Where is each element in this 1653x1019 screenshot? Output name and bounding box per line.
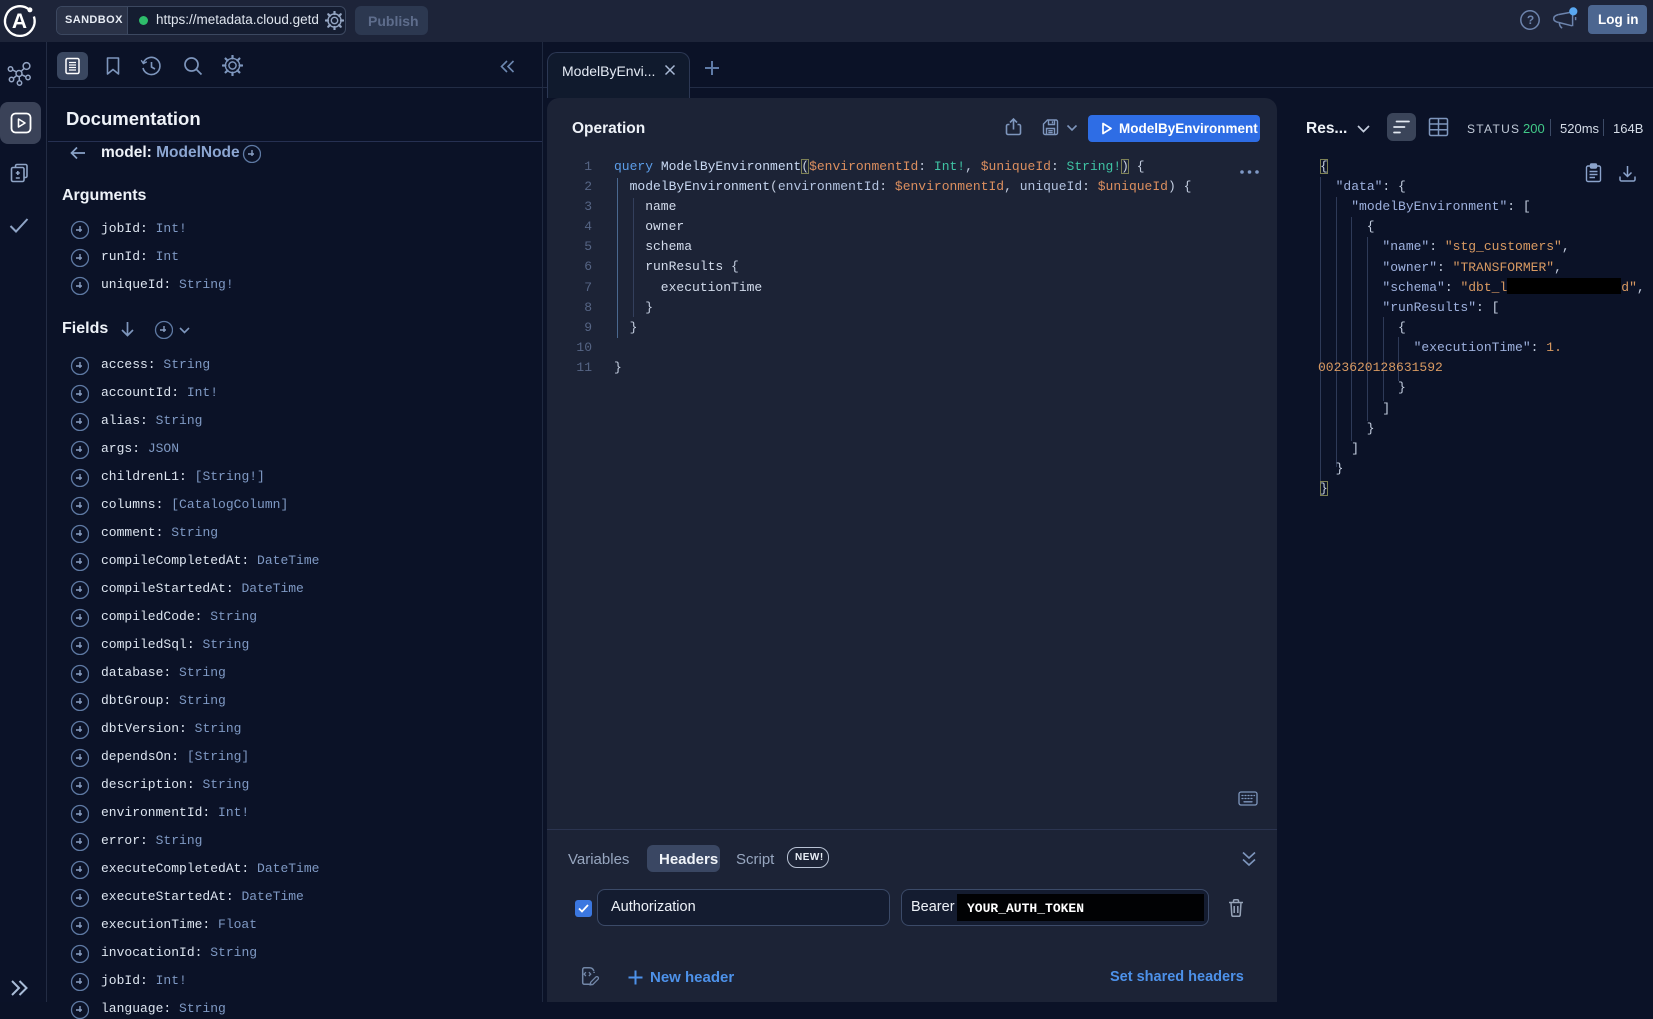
svg-text:A: A	[12, 10, 27, 33]
